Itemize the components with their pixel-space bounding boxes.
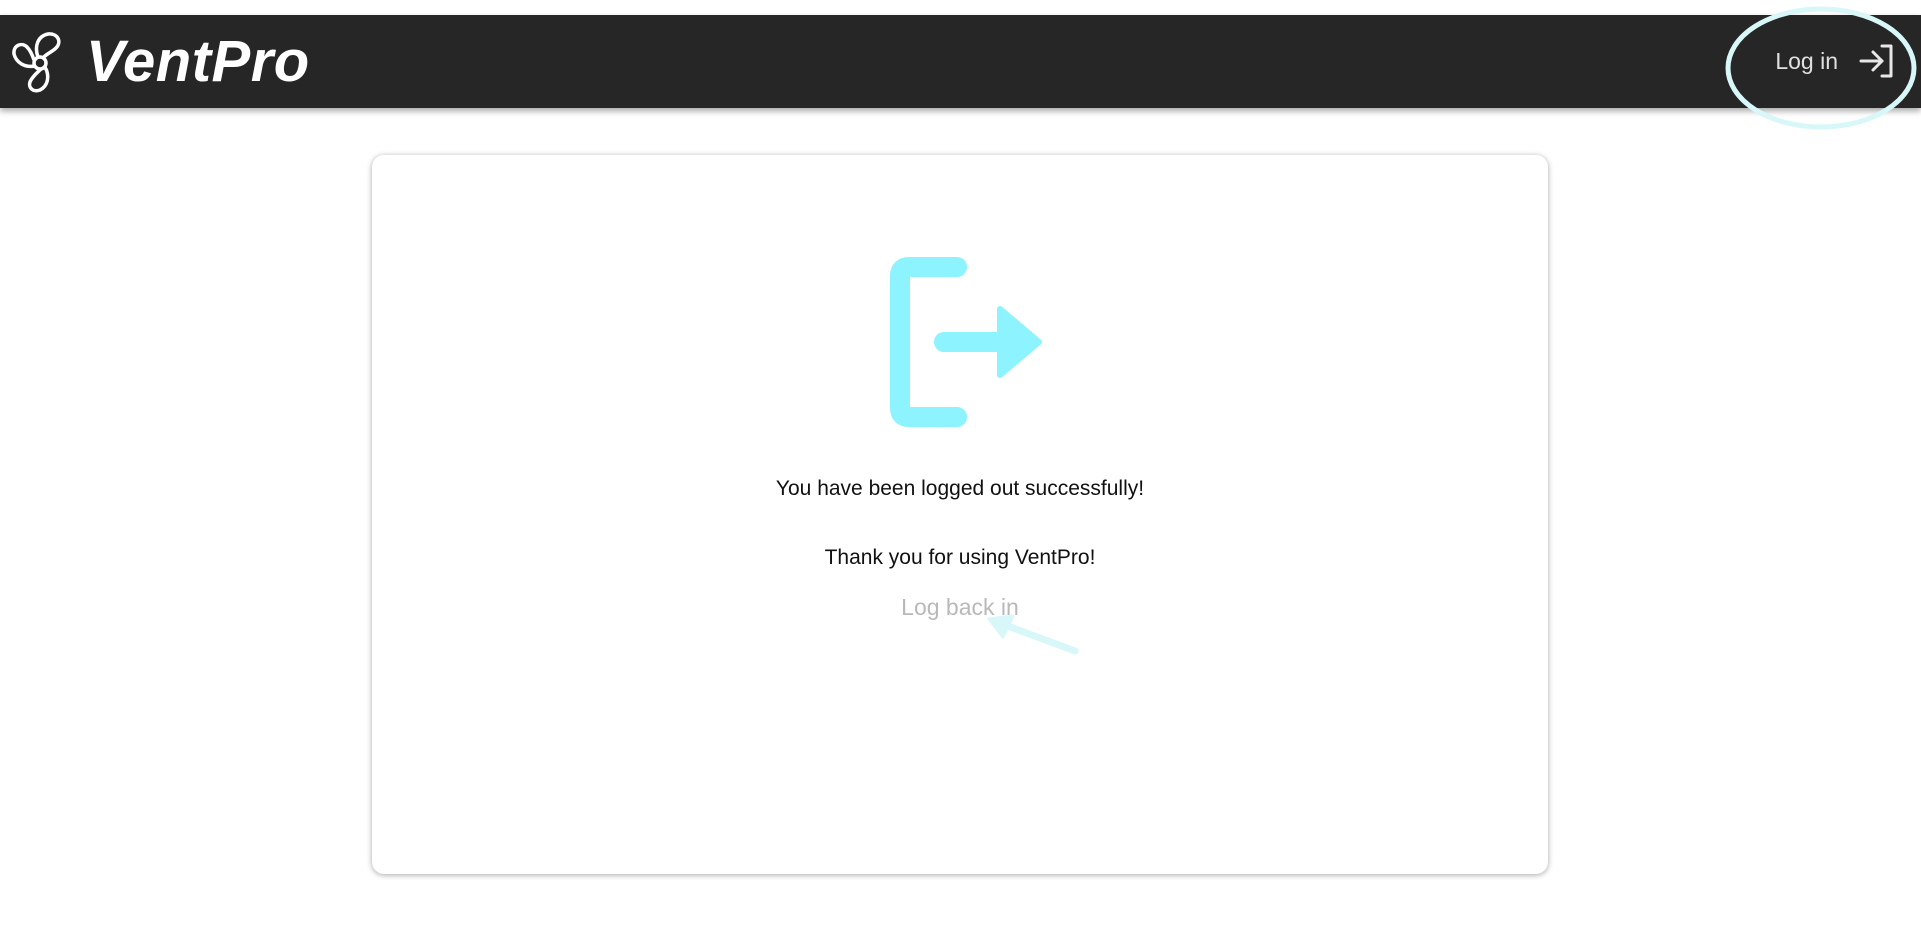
brand-name: VentPro xyxy=(86,29,310,94)
top-navbar: VentPro Log in xyxy=(0,15,1921,108)
brand[interactable]: VentPro xyxy=(8,29,310,95)
log-back-in-row: Log back in xyxy=(372,594,1548,621)
logout-message: You have been logged out successfully! xyxy=(775,477,1145,500)
logout-card: You have been logged out successfully! T… xyxy=(372,155,1548,874)
login-arrow-icon xyxy=(1858,42,1896,80)
fan-icon xyxy=(8,30,72,94)
thank-you-message: Thank you for using VentPro! xyxy=(824,546,1096,569)
login-label: Log in xyxy=(1775,47,1838,74)
page: VentPro Log in You have been logged out … xyxy=(0,0,1921,928)
logout-icon xyxy=(890,257,1042,427)
login-button[interactable]: Log in xyxy=(1775,40,1896,82)
log-back-in-link[interactable]: Log back in xyxy=(901,594,1019,620)
